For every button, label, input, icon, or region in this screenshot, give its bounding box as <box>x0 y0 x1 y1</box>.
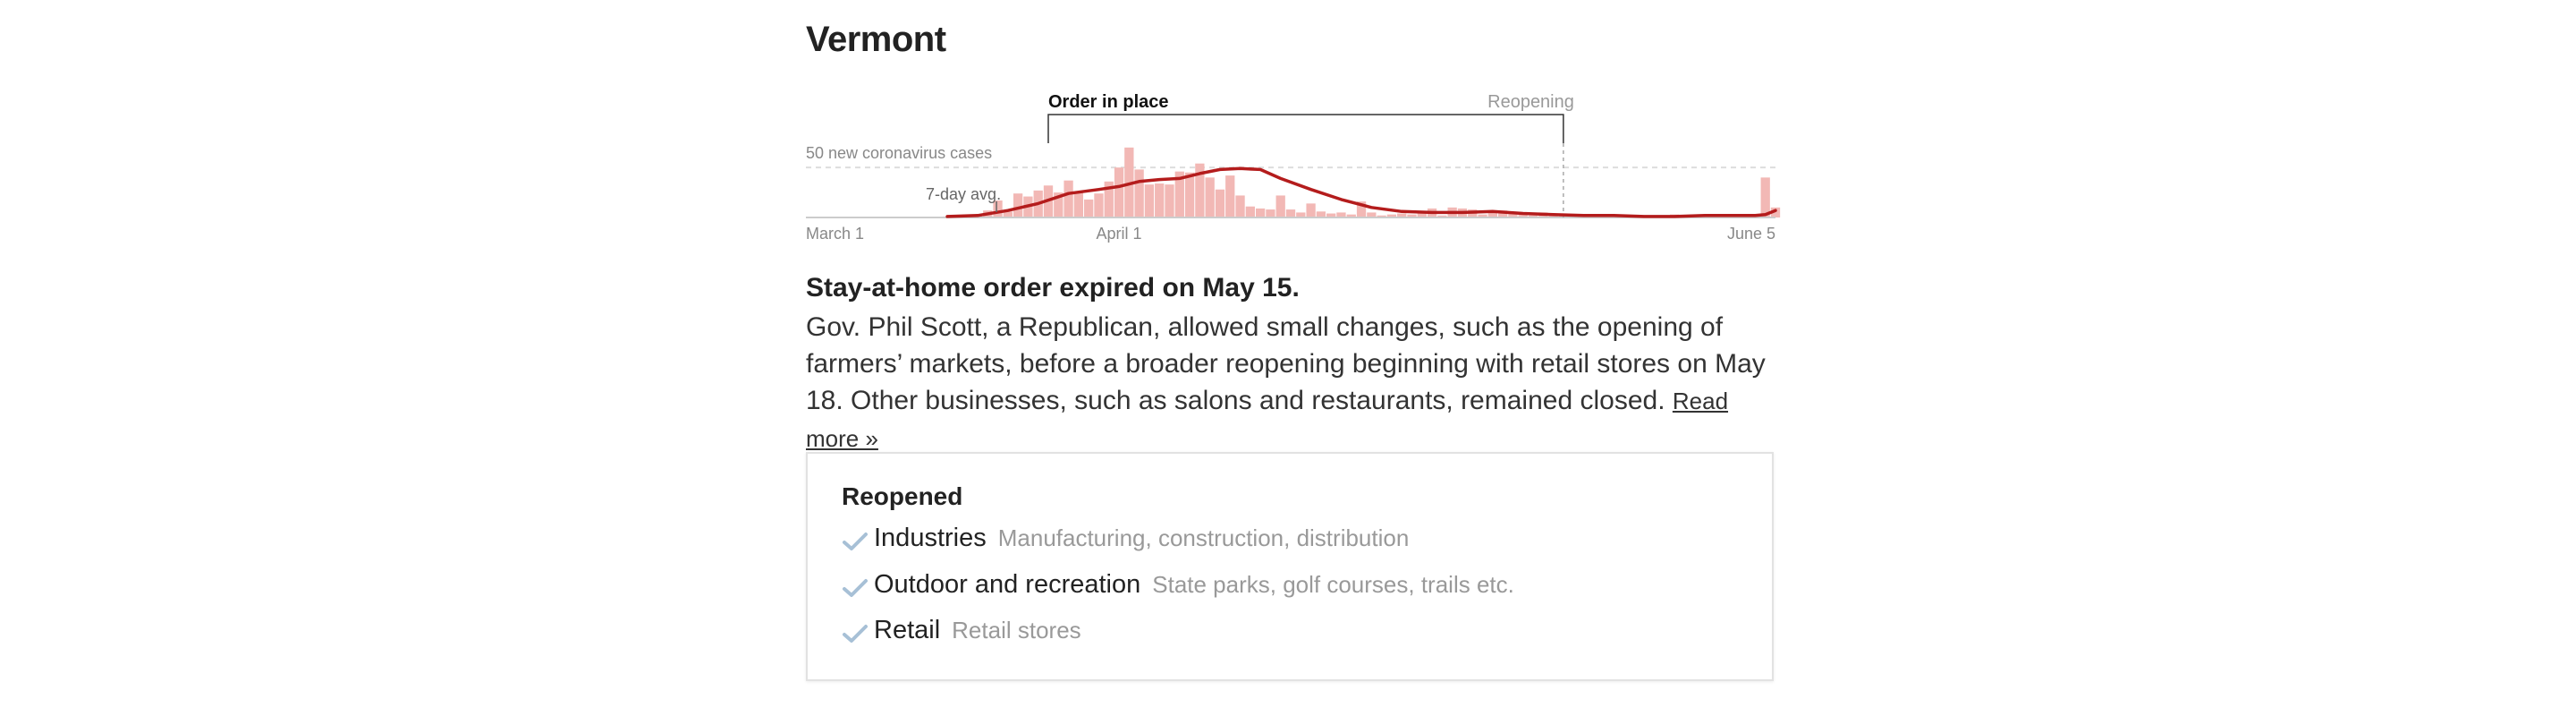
reopened-item: Industries Manufacturing, construction, … <box>842 524 1409 559</box>
case-bar <box>1114 167 1124 217</box>
x-tick-label: April 1 <box>1097 225 1142 243</box>
case-bar <box>1235 195 1245 217</box>
reopened-box: Reopened Industries Manufacturing, const… <box>806 452 1774 681</box>
reopened-item-detail: Retail stores <box>952 617 1081 644</box>
case-bar <box>1094 193 1104 217</box>
case-bar <box>1245 206 1255 217</box>
case-bar <box>1285 209 1296 217</box>
case-bar <box>1155 183 1165 217</box>
reopened-item-detail: Manufacturing, construction, distributio… <box>997 524 1410 551</box>
reopened-item-detail: State parks, golf courses, trails etc. <box>1152 571 1514 598</box>
case-bar <box>1165 184 1174 217</box>
reference-label: 50 new coronavirus cases <box>806 144 992 162</box>
body-text: Gov. Phil Scott, a Republican, allowed s… <box>806 309 1775 457</box>
case-bar <box>1275 195 1285 217</box>
check-icon <box>843 579 868 597</box>
case-bar <box>1255 208 1266 217</box>
case-bar <box>1013 193 1023 217</box>
case-bar <box>1266 209 1275 217</box>
headline: Stay-at-home order expired on May 15. <box>806 273 1300 303</box>
order-bracket <box>1047 114 1564 143</box>
case-bar <box>1306 203 1316 217</box>
reopening-label: Reopening <box>1487 92 1574 112</box>
body-paragraph: Gov. Phil Scott, a Republican, allowed s… <box>806 312 1766 415</box>
average-label: 7-day avg. <box>926 185 1001 203</box>
case-bar <box>1225 175 1235 217</box>
reopened-title: Reopened <box>842 482 963 510</box>
case-bar <box>1316 211 1326 217</box>
check-icon <box>843 625 868 643</box>
cases-chart-svg: 50 new coronavirus cases Order in place Re… <box>806 92 1781 243</box>
case-bar <box>1134 169 1144 217</box>
state-title: Vermont <box>806 20 946 59</box>
case-bar <box>1215 189 1225 217</box>
case-bar <box>1184 172 1195 217</box>
case-bar <box>1760 177 1770 217</box>
case-bar <box>1063 180 1073 217</box>
case-bar <box>1144 184 1155 217</box>
reopened-item-name: Retail <box>874 616 941 644</box>
order-label: Order in place <box>1048 92 1169 112</box>
reopened-item: Retail Retail stores <box>842 616 1081 652</box>
reopened-item-name: Industries <box>874 524 987 552</box>
case-bar <box>1073 192 1084 217</box>
reopened-item-name: Outdoor and recreation <box>874 570 1141 599</box>
x-tick-label: June 5 <box>1727 225 1775 243</box>
x-tick-label: March 1 <box>806 225 864 243</box>
reopened-item: Outdoor and recreation State parks, golf… <box>842 570 1514 606</box>
case-bar <box>1084 199 1094 217</box>
cases-chart: 50 new coronavirus cases Order in place Re… <box>806 81 1781 260</box>
case-bar <box>1205 177 1215 217</box>
check-icon <box>843 533 868 550</box>
